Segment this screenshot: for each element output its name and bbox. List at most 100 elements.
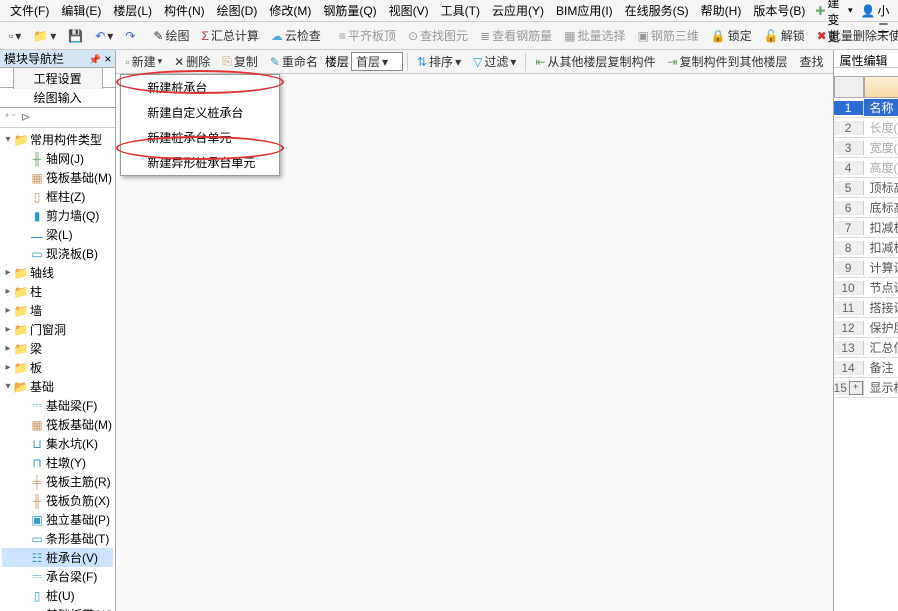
tree-node-fbeam[interactable]: ⎓基础梁(F) xyxy=(2,396,113,415)
property-name: 高度(mm) xyxy=(864,159,898,176)
menu-file[interactable]: 文件(F) xyxy=(4,0,55,21)
tree-node-pile[interactable]: ▯桩(U) xyxy=(2,586,113,605)
tab-draw-input[interactable]: 绘图输入 xyxy=(34,89,82,106)
menu-edit[interactable]: 编辑(E) xyxy=(55,0,107,21)
tree-node-common[interactable]: ▾📁常用构件类型 xyxy=(2,130,113,149)
tree-group-column[interactable]: ▸📁柱 xyxy=(2,282,113,301)
find-element-button[interactable]: ⊙查找图元 xyxy=(403,24,473,47)
tree-node-strip[interactable]: ▭条形基础(T) xyxy=(2,529,113,548)
tree-node-iso[interactable]: ▣独立基础(P) xyxy=(2,510,113,529)
menu-online[interactable]: 在线服务(S) xyxy=(619,0,695,21)
unlock-button[interactable]: 🔓解锁 xyxy=(759,24,810,47)
property-row[interactable]: 2长度(mm) xyxy=(834,118,898,138)
tree-group-axis[interactable]: ▸📁轴线 xyxy=(2,263,113,282)
tree-group-door[interactable]: ▸📁门窗洞 xyxy=(2,320,113,339)
menu-new-custom-pilecap[interactable]: 新建自定义桩承台 xyxy=(121,100,279,125)
menu-view[interactable]: 视图(V) xyxy=(383,0,435,21)
property-row[interactable]: 5顶标高(m)层底标高 xyxy=(834,178,898,198)
property-row[interactable]: 4高度(mm) xyxy=(834,158,898,178)
redo-button[interactable]: ↷ xyxy=(120,26,140,46)
menu-bim[interactable]: BIM应用(I) xyxy=(550,0,619,21)
filter-button[interactable]: ▽过滤▾ xyxy=(468,50,521,73)
menu-tool[interactable]: 工具(T) xyxy=(435,0,486,21)
rebar-3d-button[interactable]: ▣钢筋三维 xyxy=(632,24,703,47)
tree-node-capbeam[interactable]: ⎓承台梁(F) xyxy=(2,567,113,586)
tree-node-beam[interactable]: ⎼梁(L) xyxy=(2,225,113,244)
main-toolbar: ▫▾ 📁▾ 💾 ↶▾ ↷ ✎绘图 Σ汇总计算 ☁云检查 ≡平齐板顶 ⊙查找图元 … xyxy=(0,22,898,50)
tree-node-raft2[interactable]: ▦筏板基础(M) xyxy=(2,415,113,434)
menu-floor[interactable]: 楼层(L) xyxy=(107,0,158,21)
undo-button[interactable]: ↶▾ xyxy=(90,26,118,46)
close-icon[interactable]: × xyxy=(104,52,111,66)
tree-node-pilecap[interactable]: ☷桩承台(V) xyxy=(2,548,113,567)
expand-icon[interactable]: ⁺⁻ xyxy=(4,110,17,125)
property-row[interactable]: 7扣减板/筏板面筋全部扣减 xyxy=(834,218,898,238)
rename-button[interactable]: ✎重命名 xyxy=(265,50,323,73)
pin-icon[interactable]: 📌 xyxy=(89,55,101,66)
property-row[interactable]: 11搭接设置按默认搭接设置计算 xyxy=(834,298,898,318)
save-button[interactable]: 💾 xyxy=(63,26,88,46)
tree-node-raftmain[interactable]: ╪筏板主筋(R) xyxy=(2,472,113,491)
property-row[interactable]: 3宽度(mm) xyxy=(834,138,898,158)
draw-button[interactable]: ✎绘图 xyxy=(148,24,194,47)
batch-select-button[interactable]: ▦批量选择 xyxy=(559,24,630,47)
menu-version[interactable]: 版本号(B) xyxy=(747,0,811,21)
menu-new-pilecap-unit[interactable]: 新建桩承台单元 xyxy=(121,125,279,150)
property-row[interactable]: 1名称CT-1 xyxy=(834,98,898,118)
menu-new-pilecap[interactable]: 新建桩承台 xyxy=(121,75,279,100)
property-row[interactable]: 12保护层厚度(mm)(40) xyxy=(834,318,898,338)
new-doc-button[interactable]: ▫▾ xyxy=(4,26,26,46)
tree-group-slab[interactable]: ▸📁板 xyxy=(2,358,113,377)
header-name: 属性名称 xyxy=(864,76,898,98)
property-row[interactable]: 15 +显示样式 xyxy=(834,378,898,398)
menu-new-irregular-pilecap-unit[interactable]: 新建异形桩承台单元 xyxy=(121,150,279,175)
floor-select[interactable]: 首层 ▾ xyxy=(351,52,403,71)
align-top-button[interactable]: ≡平齐板顶 xyxy=(334,24,401,47)
panel-title-text: 模块导航栏 xyxy=(4,50,64,67)
tree-group-wall[interactable]: ▸📁墙 xyxy=(2,301,113,320)
tree-node-wall[interactable]: ▮剪力墙(Q) xyxy=(2,206,113,225)
property-name: 显示样式 xyxy=(864,379,898,396)
view-rebar-button[interactable]: ≣查看钢筋量 xyxy=(475,24,557,47)
find-button[interactable]: 查找 xyxy=(795,50,829,73)
collapse-icon[interactable]: ⊳ xyxy=(21,110,31,125)
tree-node-pier[interactable]: ⊓柱墩(Y) xyxy=(2,453,113,472)
batch-delete-button[interactable]: ✖批量删除未使 xyxy=(812,24,898,47)
tree-node-axis[interactable]: ╫轴网(J) xyxy=(2,149,113,168)
tree-node-column[interactable]: ▯框柱(Z) xyxy=(2,187,113,206)
cloud-check-button[interactable]: ☁云检查 xyxy=(266,24,326,47)
menu-help[interactable]: 帮助(H) xyxy=(695,0,748,21)
property-row[interactable]: 10节点设置按默认节点设置计算 xyxy=(834,278,898,298)
menu-draw[interactable]: 绘图(D) xyxy=(211,0,264,21)
sort-button[interactable]: ⇅排序▾ xyxy=(412,50,466,73)
expand-icon[interactable]: + xyxy=(849,381,863,395)
tree-node-raft[interactable]: ▦筏板基础(M) xyxy=(2,168,113,187)
open-button[interactable]: 📁▾ xyxy=(28,26,61,46)
property-row[interactable]: 8扣减板/筏板底筋全部扣减 xyxy=(834,238,898,258)
property-row[interactable]: 13汇总信息桩承台 xyxy=(834,338,898,358)
delete-button[interactable]: ✕删除 xyxy=(169,50,215,73)
x-icon: ✕ xyxy=(174,55,184,69)
property-header: 属性名称 属性值 附加 xyxy=(834,76,898,98)
property-row[interactable]: 9计算设置按默认计算设置计算 xyxy=(834,258,898,278)
tree-node-slab[interactable]: ▭现浇板(B) xyxy=(2,244,113,263)
tab-project-settings[interactable]: 工程设置 xyxy=(13,67,103,89)
menu-rebar[interactable]: 钢筋量(Q) xyxy=(317,0,382,21)
tree-node-basestrip[interactable]: ▬基础板带(W) xyxy=(2,605,113,611)
tree-node-sump[interactable]: ⊔集水坑(K) xyxy=(2,434,113,453)
new-button[interactable]: ▫新建▾ xyxy=(120,50,167,73)
sum-calc-button[interactable]: Σ汇总计算 xyxy=(196,24,263,47)
menu-modify[interactable]: 修改(M) xyxy=(263,0,317,21)
property-row[interactable]: 14备注 xyxy=(834,358,898,378)
menu-component[interactable]: 构件(N) xyxy=(158,0,211,21)
component-tree[interactable]: ▾📁常用构件类型 ╫轴网(J) ▦筏板基础(M) ▯框柱(Z) ▮剪力墙(Q) … xyxy=(0,128,115,611)
copy-from-button[interactable]: ⇤从其他楼层复制构件 xyxy=(530,50,660,73)
property-row[interactable]: 6底标高(m)层底标高 xyxy=(834,198,898,218)
lock-button[interactable]: 🔒锁定 xyxy=(706,24,757,47)
copy-to-button[interactable]: ⇥复制构件到其他楼层 xyxy=(662,50,792,73)
tree-group-foundation[interactable]: ▾📂基础 xyxy=(2,377,113,396)
menu-cloud[interactable]: 云应用(Y) xyxy=(486,0,550,21)
tree-group-beam[interactable]: ▸📁梁 xyxy=(2,339,113,358)
copy-button[interactable]: ⎘复制 xyxy=(217,50,263,73)
tree-node-raftneg[interactable]: ╫筏板负筋(X) xyxy=(2,491,113,510)
